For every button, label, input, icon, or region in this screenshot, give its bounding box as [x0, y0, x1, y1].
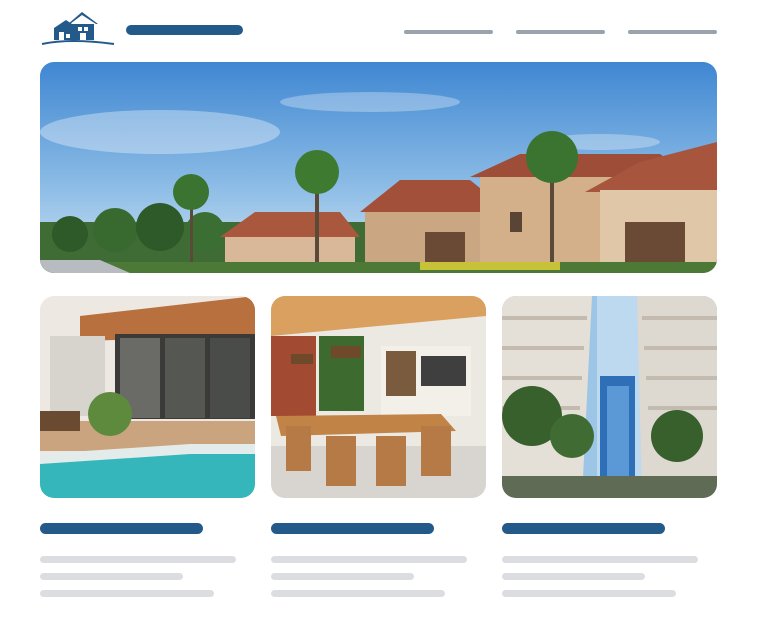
- card-text-line: [271, 573, 414, 580]
- nav-link-2[interactable]: [516, 30, 605, 34]
- card-title-2[interactable]: [271, 523, 434, 534]
- card-title-1[interactable]: [40, 523, 203, 534]
- card-text-line: [40, 590, 214, 597]
- card-image-pool[interactable]: [40, 296, 255, 498]
- card-text-line: [40, 556, 236, 563]
- card-text-line: [40, 573, 183, 580]
- card-text-line: [271, 556, 467, 563]
- card-title-3[interactable]: [502, 523, 665, 534]
- house-logo-icon[interactable]: [40, 10, 116, 46]
- card-text-line: [502, 556, 698, 563]
- hero-image: [40, 62, 717, 273]
- card-text-line: [502, 573, 645, 580]
- nav-link-1[interactable]: [404, 30, 493, 34]
- brand-name-placeholder: [126, 25, 243, 35]
- card-text-line: [271, 590, 445, 597]
- card-image-towers[interactable]: [502, 296, 717, 498]
- card-image-dining[interactable]: [271, 296, 486, 498]
- card-text-line: [502, 590, 676, 597]
- nav-link-3[interactable]: [628, 30, 717, 34]
